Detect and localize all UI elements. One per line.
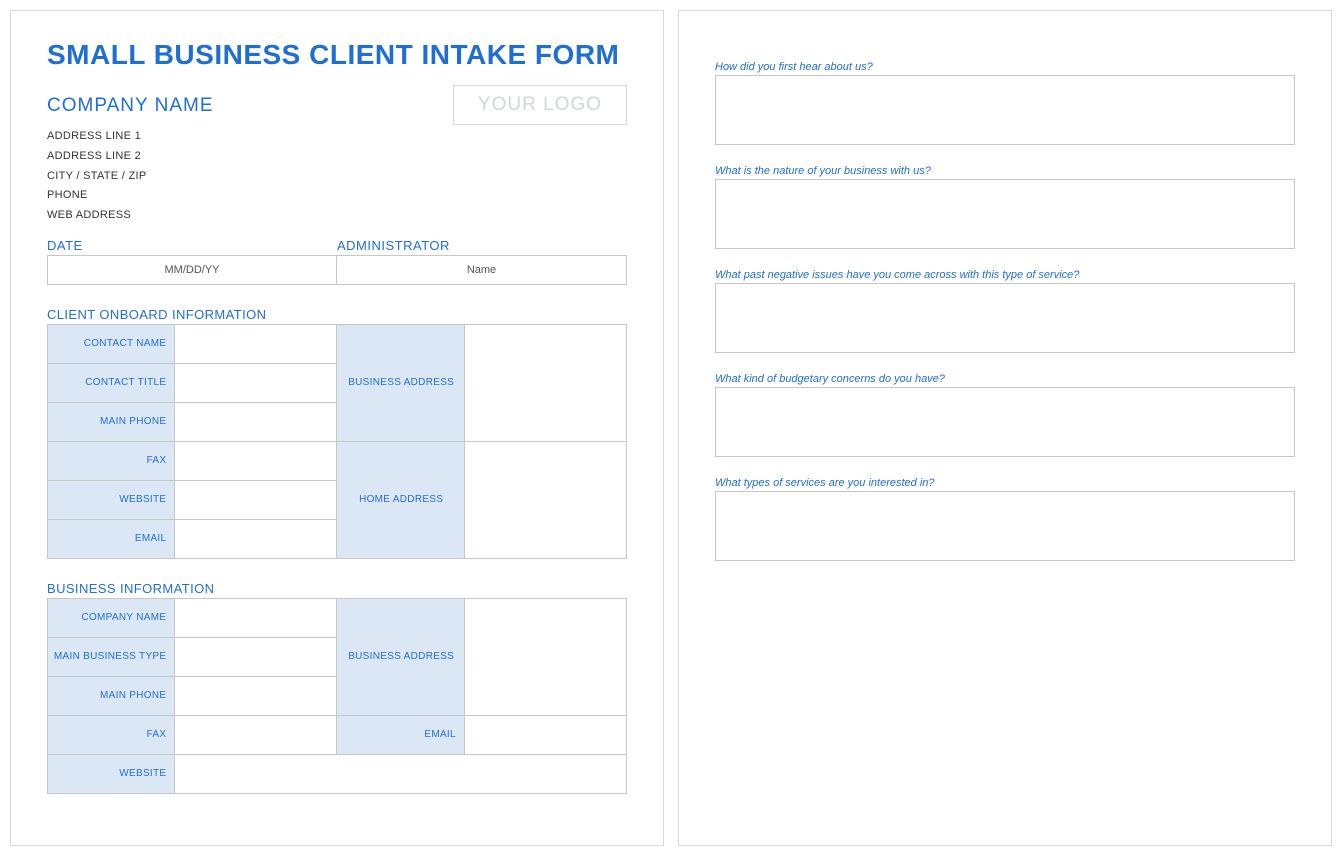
field-home-address-label: HOME ADDRESS xyxy=(337,441,464,558)
field-main-phone-label: MAIN PHONE xyxy=(48,402,175,441)
address-line-1: ADDRESS LINE 1 xyxy=(47,127,627,147)
answer-2[interactable] xyxy=(715,179,1295,249)
form-title: SMALL BUSINESS CLIENT INTAKE FORM xyxy=(47,39,627,71)
section-client-onboard: CLIENT ONBOARD INFORMATION xyxy=(47,307,627,322)
field-website2-label: WEBSITE xyxy=(48,754,175,793)
field-email-label: EMAIL xyxy=(48,519,175,558)
field-business-address-value[interactable] xyxy=(464,324,626,441)
page-1: SMALL BUSINESS CLIENT INTAKE FORM COMPAN… xyxy=(10,10,664,846)
field-email2-value[interactable] xyxy=(464,715,626,754)
section-business-info: BUSINESS INFORMATION xyxy=(47,581,627,596)
field-contact-name-value[interactable] xyxy=(175,324,337,363)
date-label: DATE xyxy=(47,238,337,253)
field-fax2-value[interactable] xyxy=(175,715,337,754)
admin-label: ADMINISTRATOR xyxy=(337,238,627,253)
business-info-table: COMPANY NAME BUSINESS ADDRESS MAIN BUSIN… xyxy=(47,598,627,794)
field-contact-name-label: CONTACT NAME xyxy=(48,324,175,363)
answer-4[interactable] xyxy=(715,387,1295,457)
date-admin-row: DATE MM/DD/YY ADMINISTRATOR Name xyxy=(47,238,627,285)
field-main-business-type-value[interactable] xyxy=(175,637,337,676)
field-contact-title-value[interactable] xyxy=(175,363,337,402)
field-main-phone2-label: MAIN PHONE xyxy=(48,676,175,715)
answer-5[interactable] xyxy=(715,491,1295,561)
question-4: What kind of budgetary concerns do you h… xyxy=(715,373,1295,385)
question-3: What past negative issues have you come … xyxy=(715,269,1295,281)
field-main-phone-value[interactable] xyxy=(175,402,337,441)
field-main-business-type-label: MAIN BUSINESS TYPE xyxy=(48,637,175,676)
field-contact-title-label: CONTACT TITLE xyxy=(48,363,175,402)
field-company-name-value[interactable] xyxy=(175,598,337,637)
phone-line: PHONE xyxy=(47,186,627,206)
field-website2-value[interactable] xyxy=(175,754,627,793)
address-block: ADDRESS LINE 1 ADDRESS LINE 2 CITY / STA… xyxy=(47,127,627,226)
field-fax-label: FAX xyxy=(48,441,175,480)
question-5: What types of services are you intereste… xyxy=(715,477,1295,489)
field-main-phone2-value[interactable] xyxy=(175,676,337,715)
field-business-address-label: BUSINESS ADDRESS xyxy=(337,324,464,441)
web-line: WEB ADDRESS xyxy=(47,206,627,226)
field-business-address2-value[interactable] xyxy=(464,598,626,715)
field-company-name-label: COMPANY NAME xyxy=(48,598,175,637)
company-name: COMPANY NAME xyxy=(47,95,214,117)
city-state-zip: CITY / STATE / ZIP xyxy=(47,167,627,187)
field-website-label: WEBSITE xyxy=(48,480,175,519)
field-email-value[interactable] xyxy=(175,519,337,558)
field-fax-value[interactable] xyxy=(175,441,337,480)
field-business-address2-label: BUSINESS ADDRESS xyxy=(337,598,464,715)
date-field[interactable]: MM/DD/YY xyxy=(47,255,337,285)
field-website-value[interactable] xyxy=(175,480,337,519)
answer-3[interactable] xyxy=(715,283,1295,353)
field-fax2-label: FAX xyxy=(48,715,175,754)
answer-1[interactable] xyxy=(715,75,1295,145)
question-2: What is the nature of your business with… xyxy=(715,165,1295,177)
field-home-address-value[interactable] xyxy=(464,441,626,558)
header-row: COMPANY NAME YOUR LOGO xyxy=(47,85,627,125)
question-1: How did you first hear about us? xyxy=(715,61,1295,73)
page-2: How did you first hear about us? What is… xyxy=(678,10,1332,846)
field-email2-label: EMAIL xyxy=(337,715,464,754)
admin-field[interactable]: Name xyxy=(337,255,627,285)
logo-placeholder: YOUR LOGO xyxy=(453,85,627,125)
address-line-2: ADDRESS LINE 2 xyxy=(47,147,627,167)
client-onboard-table: CONTACT NAME BUSINESS ADDRESS CONTACT TI… xyxy=(47,324,627,559)
